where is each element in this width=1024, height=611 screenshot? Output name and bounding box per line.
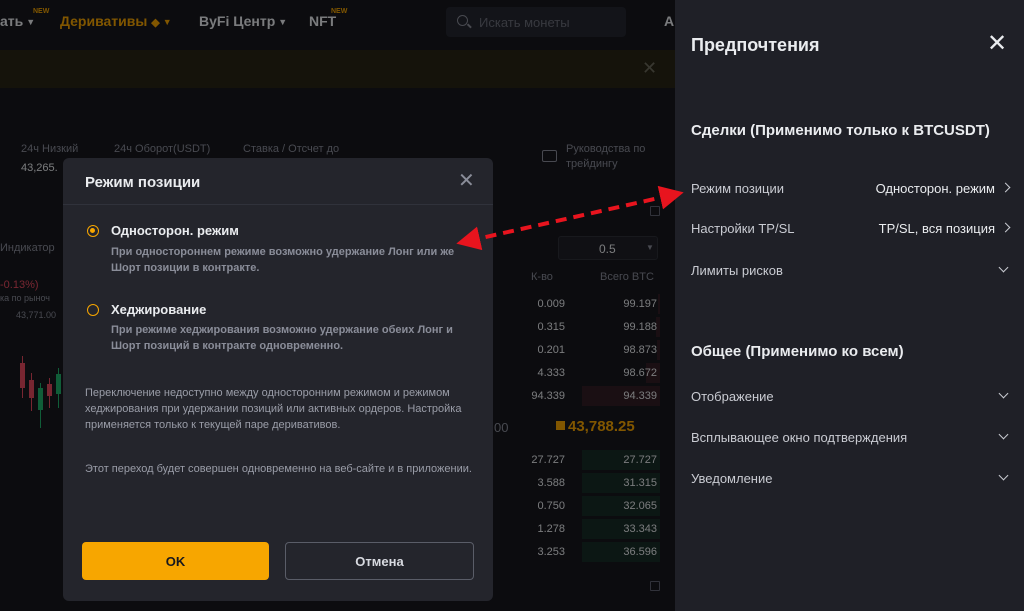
option-hedge-title: Хеджирование [111, 302, 207, 317]
position-mode-row[interactable]: Режим позиции Односторон. режим [691, 174, 1011, 204]
display-label: Отображение [691, 389, 774, 404]
risk-limits-label: Лимиты рисков [691, 263, 783, 278]
tpsl-label: Настройки TP/SL [691, 221, 795, 236]
option-one-way-title: Односторон. режим [111, 223, 239, 238]
close-icon[interactable]: ✕ [987, 32, 1007, 56]
position-mode-value: Односторон. режим [875, 181, 995, 196]
general-section-title: Общее (Применимо ко всем) [691, 343, 904, 360]
chevron-down-icon [998, 429, 1009, 440]
confirm-popup-row[interactable]: Всплывающее окно подтверждения [691, 423, 1009, 453]
chevron-right-icon [1000, 222, 1011, 233]
tpsl-value: TP/SL, вся позиция [878, 221, 995, 236]
dialog-title: Режим позиции [85, 174, 201, 191]
chevron-down-icon [998, 262, 1009, 273]
sync-note: Этот переход будет совершен одновременно… [85, 463, 472, 475]
radio-hedge[interactable] [87, 304, 99, 316]
cancel-button[interactable]: Отмена [285, 542, 474, 580]
panel-title: Предпочтения [691, 35, 820, 55]
risk-limits-row[interactable]: Лимиты рисков [691, 256, 1009, 286]
close-icon[interactable]: ✕ [458, 171, 475, 191]
notification-row[interactable]: Уведомление [691, 464, 1009, 494]
divider [63, 204, 493, 205]
confirm-popup-label: Всплывающее окно подтверждения [691, 430, 908, 445]
option-hedge-description: При режиме хеджирования возможно удержан… [111, 324, 453, 352]
notification-label: Уведомление [691, 471, 773, 486]
position-mode-label: Режим позиции [691, 181, 785, 196]
ok-button[interactable]: OK [82, 542, 269, 580]
position-mode-dialog: Режим позиции ✕ Односторон. режим При од… [63, 158, 493, 601]
chevron-down-icon [998, 470, 1009, 481]
trades-section-title: Сделки (Применимо только к BTCUSDT) [691, 122, 990, 139]
tpsl-settings-row[interactable]: Настройки TP/SL TP/SL, вся позиция [691, 214, 1011, 244]
option-one-way-description: При одностороннем режиме возможно удержа… [111, 246, 455, 274]
chevron-down-icon [998, 388, 1009, 399]
switch-restriction-note: Переключение недоступно между односторон… [85, 387, 462, 431]
radio-one-way[interactable] [87, 225, 99, 237]
preferences-panel: Предпочтения ✕ Сделки (Применимо только … [675, 0, 1024, 611]
display-row[interactable]: Отображение [691, 382, 1009, 412]
chevron-right-icon [1000, 182, 1011, 193]
